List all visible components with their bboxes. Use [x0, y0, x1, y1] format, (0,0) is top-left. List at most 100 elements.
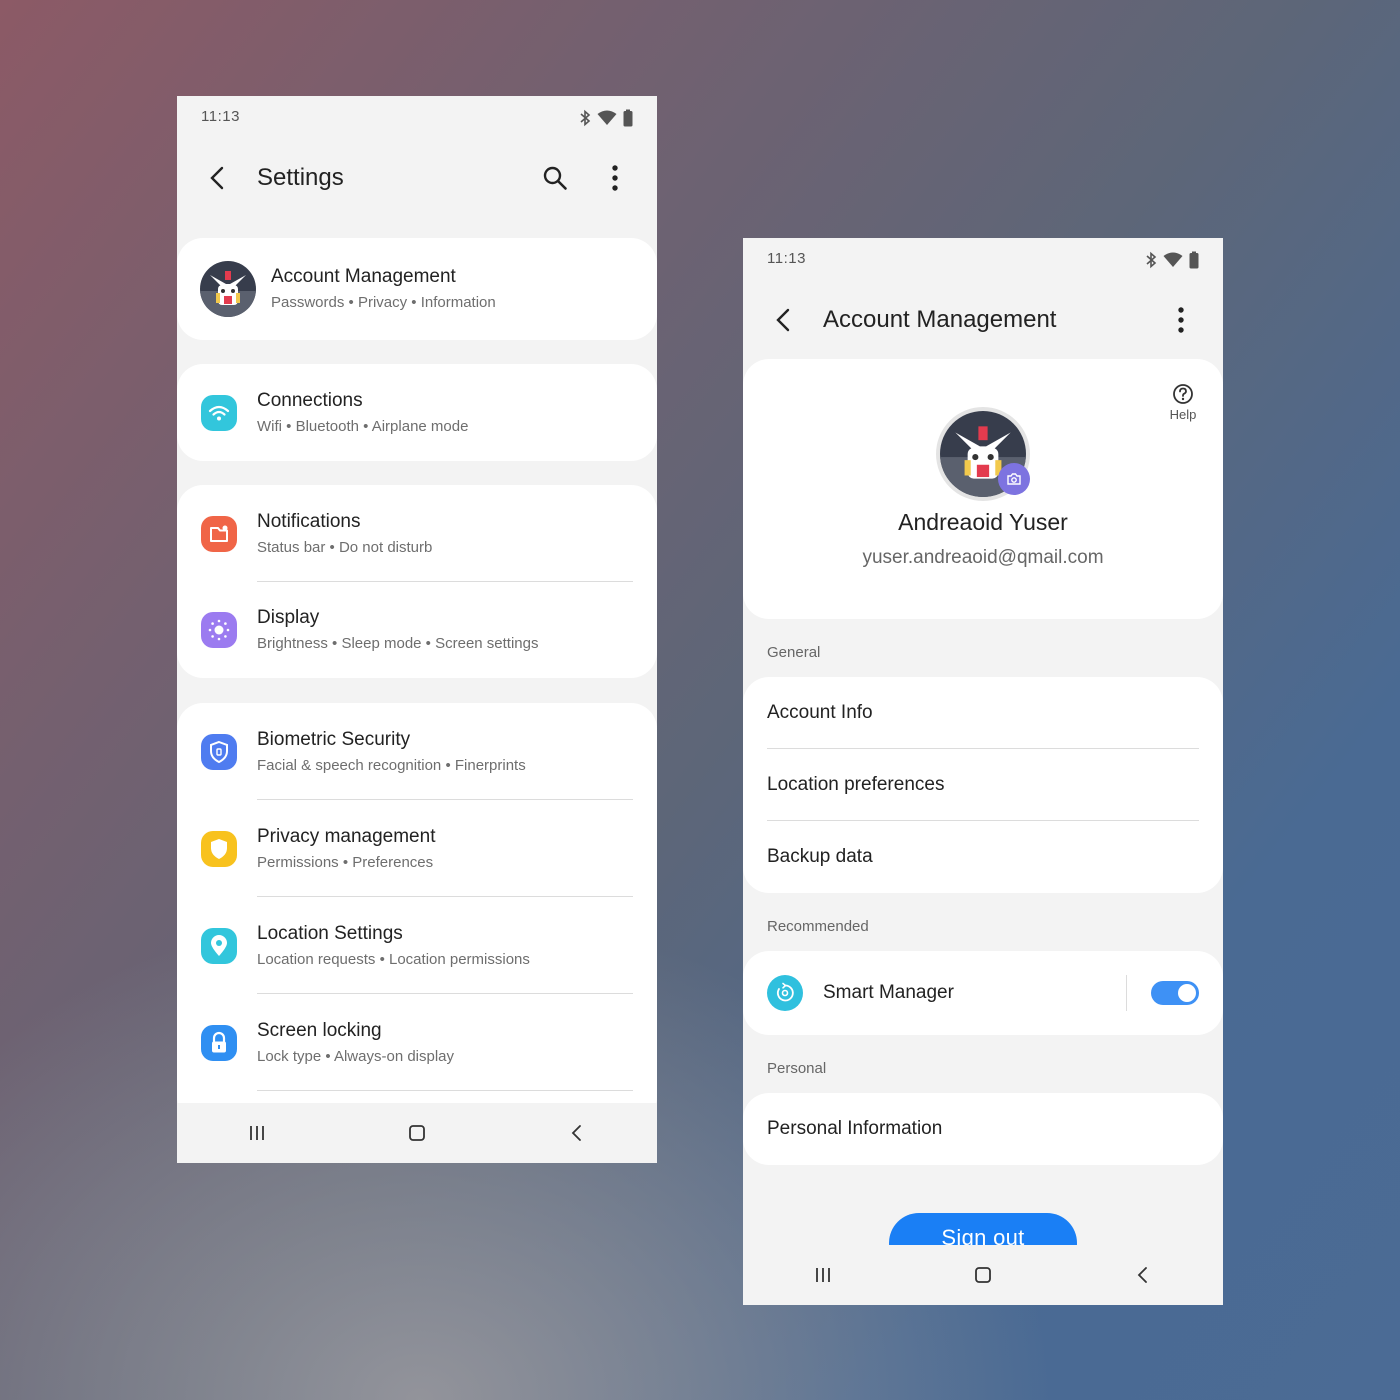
display-subtitle: Brightness • Sleep mode • Screen setting… — [257, 635, 539, 652]
back-button[interactable] — [763, 300, 803, 340]
back-icon — [1137, 1267, 1147, 1283]
connections-subtitle: Wifi • Bluetooth • Airplane mode — [257, 417, 469, 435]
more-options-button[interactable] — [1161, 300, 1201, 340]
privacy-management-item[interactable]: Privacy management Permissions • Prefere… — [177, 800, 657, 897]
search-button[interactable] — [535, 158, 575, 198]
home-button[interactable] — [953, 1250, 1013, 1300]
account-info-item[interactable]: Account Info — [743, 677, 1223, 749]
personal-information-item[interactable]: Personal Information — [743, 1093, 1223, 1165]
page-title: Account Management — [823, 306, 1057, 333]
screen-locking-subtitle: Lock type • Always-on display — [257, 1047, 455, 1065]
display-item[interactable]: Display Brightness • Sleep mode • Screen… — [177, 582, 657, 678]
screen-locking-item[interactable]: Screen locking Lock type • Always-on dis… — [177, 994, 657, 1091]
recommended-card: Smart Manager — [743, 951, 1223, 1035]
smart-manager-label: Smart Manager — [823, 982, 954, 1003]
profile-card: Help Andreaoid Yuser yuser.andreaoid@qma… — [743, 359, 1223, 619]
notifications-subtitle: Status bar • Do not disturb — [257, 538, 433, 556]
screen-locking-title: Screen locking — [257, 1019, 382, 1041]
back-icon — [776, 308, 790, 332]
notification-icon — [210, 525, 228, 542]
location-settings-title: Location Settings — [257, 922, 403, 944]
home-button[interactable] — [387, 1108, 447, 1158]
status-time: 11:13 — [767, 250, 806, 267]
backup-data-item[interactable]: Backup data — [743, 821, 1223, 893]
recents-icon — [250, 1126, 264, 1140]
section-header-recommended: Recommended — [767, 918, 869, 935]
app-bar: Settings — [177, 148, 657, 208]
location-settings-item[interactable]: Location Settings Location requests • Lo… — [177, 897, 657, 994]
nav-back-button[interactable] — [547, 1108, 607, 1158]
recents-icon — [816, 1268, 830, 1282]
bluetooth-icon — [1146, 251, 1157, 269]
display-title: Display — [257, 607, 320, 628]
location-pin-icon — [211, 934, 227, 956]
divider — [1126, 975, 1127, 1011]
security-card: Biometric Security Facial & speech recog… — [177, 703, 657, 1123]
change-photo-button[interactable] — [998, 463, 1030, 495]
connections-card: Connections Wifi • Bluetooth • Airplane … — [177, 364, 657, 461]
backup-data-label: Backup data — [767, 846, 873, 867]
battery-icon — [623, 109, 633, 127]
smart-manager-item[interactable]: Smart Manager — [743, 951, 1223, 1035]
profile-email: yuser.andreaoid@qmail.com — [862, 547, 1104, 568]
battery-icon — [1189, 251, 1199, 269]
privacy-shield-icon — [211, 838, 227, 859]
lock-icon — [212, 1031, 226, 1052]
recents-button[interactable] — [227, 1108, 287, 1158]
smart-manager-toggle[interactable] — [1151, 981, 1199, 1005]
bluetooth-icon — [580, 109, 591, 127]
account-management-item[interactable]: Account Management Passwords • Privacy •… — [177, 238, 657, 340]
wifi-icon — [597, 110, 617, 125]
toggle-knob — [1178, 984, 1196, 1002]
status-time: 11:13 — [201, 108, 240, 125]
profile-name: Andreaoid Yuser — [898, 509, 1068, 535]
avatar — [200, 261, 256, 317]
account-card: Account Management Passwords • Privacy •… — [177, 238, 657, 340]
divider — [257, 1090, 633, 1091]
back-icon — [571, 1125, 581, 1141]
back-button[interactable] — [197, 158, 237, 198]
biometric-security-title: Biometric Security — [257, 728, 411, 750]
notifications-item[interactable]: Notifications Status bar • Do not distur… — [177, 485, 657, 582]
more-vert-icon — [612, 165, 618, 191]
wifi-icon — [1163, 252, 1183, 267]
status-bar: 11:13 — [743, 238, 1223, 282]
help-button[interactable]: Help — [1167, 383, 1199, 422]
camera-icon — [1007, 473, 1021, 485]
privacy-management-subtitle: Permissions • Preferences — [257, 853, 434, 871]
account-management-title: Account Management — [271, 266, 456, 287]
account-management-screen: 11:13 Account Management Help Andreaoid … — [743, 238, 1223, 1305]
section-header-personal: Personal — [767, 1060, 827, 1077]
location-preferences-label: Location preferences — [767, 774, 945, 795]
nav-back-button[interactable] — [1113, 1250, 1173, 1300]
status-bar: 11:13 — [177, 96, 657, 140]
back-icon — [210, 166, 224, 190]
more-options-button[interactable] — [595, 158, 635, 198]
home-icon — [409, 1125, 425, 1141]
account-info-label: Account Info — [767, 702, 873, 723]
sign-out-button[interactable]: Sign out — [889, 1213, 1077, 1245]
robot-avatar-icon — [200, 271, 256, 317]
app-bar: Account Management — [743, 290, 1223, 350]
location-preferences-item[interactable]: Location preferences — [743, 749, 1223, 821]
navigation-bar — [177, 1103, 657, 1163]
more-vert-icon — [1178, 307, 1184, 333]
help-icon — [1173, 384, 1193, 404]
privacy-management-title: Privacy management — [257, 825, 436, 847]
section-header-general: General — [767, 644, 821, 661]
biometric-security-item[interactable]: Biometric Security Facial & speech recog… — [177, 703, 657, 800]
help-label: Help — [1169, 407, 1197, 422]
location-settings-subtitle: Location requests • Location permissions — [257, 950, 530, 968]
navigation-bar — [743, 1245, 1223, 1305]
connections-item[interactable]: Connections Wifi • Bluetooth • Airplane … — [177, 364, 657, 461]
notifications-display-card: Notifications Status bar • Do not distur… — [177, 485, 657, 678]
general-card: Account Info Location preferences Backup… — [743, 677, 1223, 893]
notifications-title: Notifications — [257, 510, 361, 532]
home-icon — [975, 1267, 991, 1283]
connections-title: Connections — [257, 389, 363, 411]
shield-icon — [210, 740, 228, 763]
wifi-icon — [208, 405, 230, 420]
recents-button[interactable] — [793, 1250, 853, 1300]
page-title: Settings — [257, 164, 344, 191]
settings-screen: 11:13 Settings Account Management Passwo… — [177, 96, 657, 1163]
